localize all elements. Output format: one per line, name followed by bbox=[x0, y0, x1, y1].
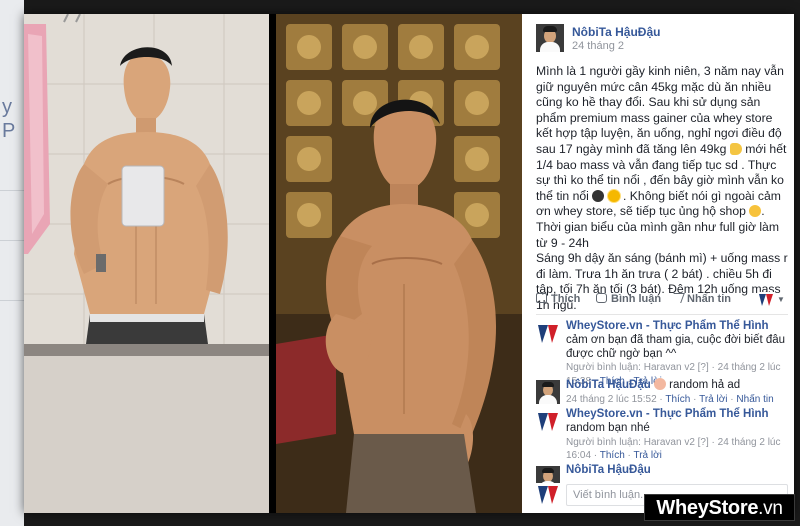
post-text-part: . bbox=[761, 204, 765, 219]
divider bbox=[536, 314, 788, 315]
comment-meta-text: Người bình luận: Haravan v2 [?] · 24 thá… bbox=[566, 436, 781, 462]
post-text: Mình là 1 người gầy kinh niên, 3 năm nay… bbox=[536, 64, 788, 314]
page-identity-selector[interactable]: ▼ bbox=[758, 291, 788, 309]
share-icon bbox=[670, 293, 685, 303]
divider bbox=[0, 300, 24, 301]
smile-emoji-icon bbox=[749, 205, 762, 218]
star-emoji-icon bbox=[607, 189, 620, 202]
comment-text: random bạn nhé bbox=[566, 421, 650, 434]
comment-meta: Người bình luận: Haravan v2 [?] · 24 thá… bbox=[566, 436, 781, 462]
mirror-selfie-illustration bbox=[24, 14, 269, 513]
commenter-name[interactable]: WheyStore.vn - Thực Phẩm Thể Hình bbox=[566, 320, 769, 332]
comment-text: cảm ơn bạn đã tham gia, cuộc đời biết đâ… bbox=[566, 333, 786, 360]
like-label: Thích bbox=[551, 293, 581, 305]
commenter-name[interactable]: WheyStore.vn - Thực Phẩm Thể Hình bbox=[566, 408, 769, 420]
like-button[interactable]: Thích bbox=[536, 293, 580, 305]
brand-watermark: WheyStore.vn bbox=[644, 494, 795, 521]
comment-like-link[interactable]: Thích bbox=[665, 394, 690, 405]
commenter-logo[interactable] bbox=[536, 410, 560, 434]
comment-text: random hả ad bbox=[669, 379, 741, 391]
comment-like-link[interactable]: Thích bbox=[600, 450, 625, 461]
commenter-name[interactable]: NôbiTa HậuĐậu bbox=[566, 379, 651, 391]
like-icon bbox=[536, 293, 547, 303]
hand-emoji-icon bbox=[729, 142, 742, 155]
comment-message-link[interactable]: Nhấn tin bbox=[736, 394, 773, 405]
comment-reply-link[interactable]: Trả lời bbox=[633, 450, 661, 461]
composer-logo bbox=[536, 483, 560, 507]
post-detail-panel: NôbiTa HậuĐậu 24 tháng 2 Mình là 1 người… bbox=[522, 14, 794, 513]
share-label: Nhấn tin bbox=[687, 293, 731, 305]
background-ghost-text: P bbox=[2, 120, 16, 142]
background-ghost-text: y bbox=[2, 96, 12, 118]
flex-pose-illustration bbox=[276, 14, 522, 513]
comment-reply-link[interactable]: Trả lời bbox=[699, 394, 727, 405]
comment-item: WheyStore.vn - Thực Phẩm Thể Hình cảm ơn… bbox=[536, 320, 788, 387]
background-page: y P bbox=[0, 0, 24, 526]
watermark-suffix: .vn bbox=[758, 498, 783, 519]
comment-label: Bình luận bbox=[611, 293, 662, 305]
post-actions: Thích Bình luận Nhấn tin ▼ bbox=[536, 291, 788, 311]
commenter-logo[interactable] bbox=[536, 322, 560, 346]
comment-button[interactable]: Bình luận bbox=[596, 293, 661, 305]
photo-viewer-dialog: NôbiTa HậuĐậu 24 tháng 2 Mình là 1 người… bbox=[24, 14, 794, 513]
comment-meta: 24 tháng 2 lúc 15:52 · Thích · Trả lời ·… bbox=[566, 393, 774, 405]
watermark-brand: WheyStore bbox=[656, 497, 759, 519]
post-date[interactable]: 24 tháng 2 bbox=[572, 40, 624, 52]
divider bbox=[0, 190, 24, 191]
author-name[interactable]: NôbiTa HậuĐậu bbox=[572, 25, 660, 39]
surprised-emoji-icon bbox=[653, 378, 666, 390]
divider bbox=[0, 240, 24, 241]
photo-flex-pose[interactable] bbox=[276, 14, 522, 513]
post-text-part: Thời gian biểu của mình gần như full giờ… bbox=[536, 219, 779, 250]
share-button[interactable]: Nhấn tin bbox=[670, 293, 731, 305]
commenter-avatar[interactable] bbox=[536, 380, 560, 404]
commenter-name[interactable]: NôbiTa HậuĐậu bbox=[566, 464, 651, 476]
comment-icon bbox=[596, 293, 607, 303]
comment-meta-text: 24 tháng 2 lúc 15:52 · bbox=[566, 393, 663, 405]
chevron-down-icon: ▼ bbox=[777, 295, 785, 304]
author-avatar[interactable] bbox=[536, 24, 564, 52]
bomb-emoji-icon bbox=[592, 189, 605, 202]
comment-item: WheyStore.vn - Thực Phẩm Thể Hình random… bbox=[536, 408, 788, 461]
photo-mirror-selfie[interactable] bbox=[24, 14, 269, 513]
wheystore-logo bbox=[758, 292, 774, 308]
